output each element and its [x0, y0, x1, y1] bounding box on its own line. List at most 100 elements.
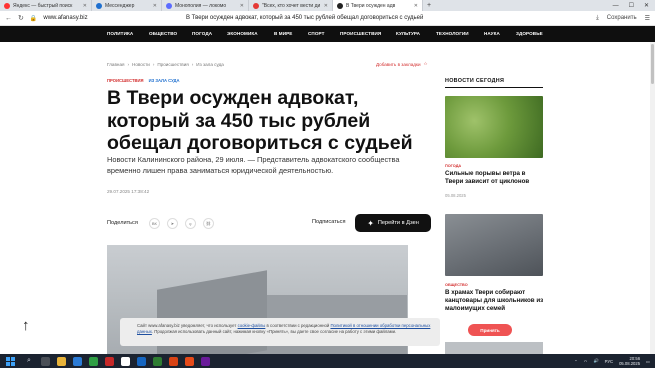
- nav-tech[interactable]: ТЕХНОЛОГИИ: [436, 31, 469, 36]
- scroll-to-top-icon[interactable]: ↑: [22, 317, 30, 334]
- nav-culture[interactable]: КУЛЬТУРА: [396, 31, 420, 36]
- excel-icon[interactable]: [152, 356, 162, 366]
- sidebar-item-image[interactable]: [445, 214, 543, 276]
- dzen-star-icon: ✦: [367, 218, 374, 228]
- nav-world[interactable]: В МИРЕ: [274, 31, 292, 36]
- nav-society[interactable]: ОБЩЕСТВО: [149, 31, 177, 36]
- nav-incidents[interactable]: ПРОИСШЕСТВИЯ: [340, 31, 381, 36]
- vk-icon[interactable]: ВК: [148, 217, 160, 229]
- store-icon[interactable]: [88, 356, 98, 366]
- clock[interactable]: 20:56 05.08.2025: [619, 356, 640, 366]
- close-tab-icon[interactable]: ✕: [83, 3, 87, 9]
- sidebar-item-category[interactable]: ПОГОДА: [445, 164, 461, 168]
- save-button[interactable]: Сохранить: [607, 15, 637, 21]
- nav-politics[interactable]: ПОЛИТИКА: [107, 31, 133, 36]
- address-bar: ← ↻ 🔒 www.afanasy.biz В Твери осужден ад…: [0, 11, 655, 26]
- breadcrumb: Главная › Новости › Происшествия › Из за…: [107, 62, 224, 67]
- url-field[interactable]: www.afanasy.biz: [43, 15, 87, 21]
- download-icon[interactable]: ⤓: [596, 15, 599, 22]
- tag-court[interactable]: ИЗ ЗАЛА СУДА: [149, 78, 180, 83]
- close-tab-icon[interactable]: ✕: [414, 3, 418, 9]
- cookie-text-part: в соответствии с редакционной: [265, 323, 331, 328]
- article-datetime: 29.07.2025 17:38:42: [107, 189, 150, 194]
- browser-tab[interactable]: Мессенджер ✕: [92, 0, 162, 11]
- share-row: Поделиться ВК ➤ ǫ ⛓ Подписаться ✦ Перейт…: [107, 214, 431, 232]
- sidebar-item-headline[interactable]: Сильные порывы ветра в Твери зависит от …: [445, 170, 545, 186]
- close-tab-icon[interactable]: ✕: [324, 3, 328, 9]
- sidebar-divider: [445, 87, 543, 88]
- language-indicator[interactable]: РУС: [605, 359, 613, 364]
- task-view-icon[interactable]: [40, 356, 50, 366]
- subscribe-label: Подписаться: [312, 219, 346, 225]
- edge-icon[interactable]: [72, 356, 82, 366]
- nav-health[interactable]: ЗДОРОВЬЕ: [516, 31, 543, 36]
- powerpoint-icon[interactable]: [168, 356, 178, 366]
- yandex-browser-icon[interactable]: [120, 356, 130, 366]
- close-window-icon[interactable]: ✕: [644, 2, 649, 9]
- browser-tab[interactable]: Яндекс — быстрый поиск ✕: [0, 0, 92, 11]
- nav-economy[interactable]: ЭКОНОМИКА: [227, 31, 258, 36]
- windows-start-icon[interactable]: [6, 356, 15, 366]
- browser-tab-active[interactable]: В Твери осужден адв ✕: [333, 0, 423, 11]
- yandex-favicon-icon: [4, 2, 10, 9]
- lock-icon[interactable]: 🔒: [30, 15, 37, 22]
- new-tab-button[interactable]: +: [423, 0, 435, 11]
- cookie-link[interactable]: cookie-файлы: [238, 323, 266, 328]
- bookmark-button[interactable]: Добавить в закладки ☆: [376, 61, 428, 67]
- file-explorer-icon[interactable]: [56, 356, 66, 366]
- scrollbar-track[interactable]: [650, 42, 655, 354]
- sidebar-item-headline[interactable]: В храмах Твери собирают канцтовары для ш…: [445, 289, 545, 313]
- breadcrumb-court[interactable]: Из зала суда: [196, 62, 224, 67]
- network-icon[interactable]: ◠: [584, 359, 588, 364]
- nav-sport[interactable]: СПОРТ: [308, 31, 325, 36]
- breadcrumb-incidents[interactable]: Происшествия: [157, 62, 188, 67]
- nav-weather[interactable]: ПОГОДА: [192, 31, 212, 36]
- notifications-icon[interactable]: ▭: [646, 359, 650, 364]
- word-icon[interactable]: [136, 356, 146, 366]
- breadcrumb-news[interactable]: Новости: [132, 62, 150, 67]
- cookie-accept-button[interactable]: Принять: [468, 324, 512, 336]
- telegram-icon[interactable]: ➤: [166, 217, 178, 229]
- sidebar-item-image[interactable]: [445, 96, 543, 158]
- app-orange-icon[interactable]: [184, 356, 194, 366]
- tab-label: В Твери осужден адв: [346, 2, 396, 9]
- tab-label: Мессенджер: [105, 2, 135, 9]
- article-tags: ПРОИСШЕСТВИЯ ИЗ ЗАЛА СУДА: [107, 78, 180, 83]
- browser-tab[interactable]: Монополия — локомо ✕: [162, 0, 249, 11]
- messenger-favicon-icon: [96, 2, 102, 9]
- tab-label: Яндекс — быстрый поиск: [13, 2, 73, 9]
- taskbar-apps: [40, 356, 210, 366]
- link-icon[interactable]: ⛓: [202, 217, 214, 229]
- taskbar-search-icon[interactable]: ⌕: [27, 357, 31, 365]
- app-purple-icon[interactable]: [200, 356, 210, 366]
- page-title-in-bar: В Твери осужден адвокат, который за 450 …: [186, 15, 424, 21]
- close-tab-icon[interactable]: ✕: [240, 3, 244, 9]
- maximize-icon[interactable]: ☐: [629, 2, 634, 9]
- app-red-icon[interactable]: [104, 356, 114, 366]
- breadcrumb-separator-icon: ›: [191, 62, 194, 67]
- reload-icon[interactable]: ↻: [18, 14, 24, 22]
- tray-chevron-icon[interactable]: ⌃: [574, 359, 578, 364]
- bookmark-label: Добавить в закладки: [376, 61, 421, 67]
- browser-tab[interactable]: "Всех, кто хочет вести ди ✕: [249, 0, 333, 11]
- close-tab-icon[interactable]: ✕: [153, 3, 157, 9]
- minimize-icon[interactable]: —: [613, 3, 619, 9]
- sidebar-item-category[interactable]: ОБЩЕСТВО: [445, 283, 468, 287]
- cookie-banner: Сайт www.afanasy.biz уведомляет, что исп…: [120, 318, 512, 346]
- article-headline: В Твери осужден адвокат, который за 450 …: [107, 87, 413, 154]
- breadcrumb-home[interactable]: Главная: [107, 62, 124, 67]
- taskbar: ⌕ ⌃ ◠ 🔊 РУС 20:56 05.08.2025 ▭: [0, 354, 655, 368]
- dzen-button[interactable]: ✦ Перейти в Дзен: [355, 214, 431, 232]
- odnoklassniki-icon[interactable]: ǫ: [184, 217, 196, 229]
- tag-incidents[interactable]: ПРОИСШЕСТВИЯ: [107, 78, 144, 83]
- sidebar-item-date: 05.08.2025: [445, 193, 466, 198]
- afanasy-favicon-icon: [337, 2, 343, 9]
- sidebar-title: НОВОСТИ СЕГОДНЯ: [445, 78, 505, 84]
- nav-science[interactable]: НАУКА: [484, 31, 500, 36]
- cookie-text: Сайт www.afanasy.biz уведомляет, что исп…: [137, 323, 435, 335]
- volume-icon[interactable]: 🔊: [593, 358, 598, 364]
- article-lead: Новости Калининского района, 29 июля. — …: [107, 155, 400, 175]
- extensions-icon[interactable]: ☰: [645, 15, 650, 22]
- scrollbar-thumb[interactable]: [651, 44, 654, 84]
- back-icon[interactable]: ←: [5, 15, 12, 22]
